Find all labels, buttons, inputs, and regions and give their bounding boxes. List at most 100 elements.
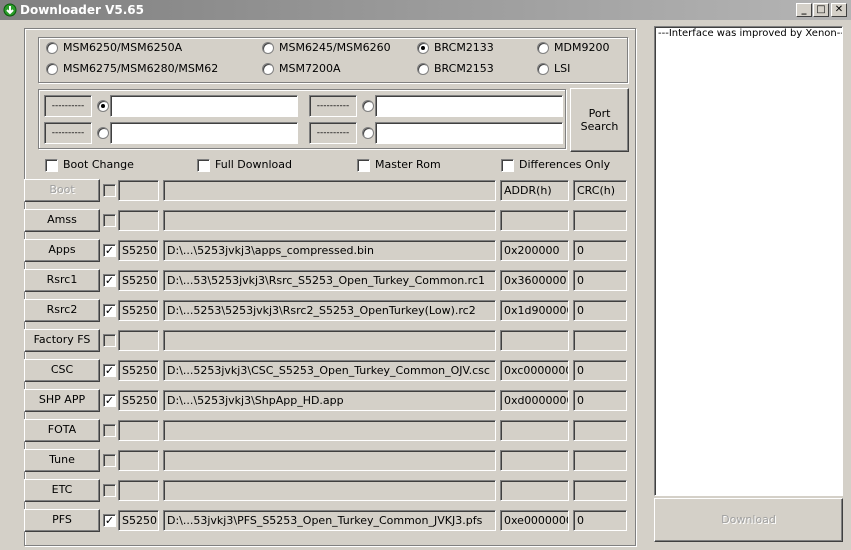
option-label: Differences Only [519, 158, 611, 171]
port-search-button[interactable]: Port Search [570, 88, 629, 152]
row-button[interactable]: CSC [24, 359, 100, 382]
app-arrow-icon [3, 3, 17, 17]
port-radio[interactable] [97, 127, 109, 139]
row-button[interactable]: SHP APP [24, 389, 100, 412]
row-path [163, 420, 496, 441]
row-checkbox[interactable] [103, 214, 116, 227]
row-crc: 0 [573, 510, 627, 531]
row-checkbox[interactable]: ✓ [103, 514, 116, 527]
row-addr [500, 450, 569, 471]
row-checkbox[interactable] [103, 484, 116, 497]
row-checkbox[interactable] [103, 424, 116, 437]
row-model [118, 420, 159, 441]
row-crc [573, 480, 627, 501]
title-bar: Downloader V5.65 _ □ ✕ [0, 0, 851, 20]
port-radio[interactable] [362, 127, 374, 139]
row-button[interactable]: Amss [24, 209, 100, 232]
port-input[interactable] [375, 95, 563, 117]
row-addr [500, 420, 569, 441]
row-checkbox[interactable] [103, 334, 116, 347]
chipset-label: MSM6275/MSM6280/MSM6290 [63, 62, 218, 75]
row-addr: 0x200000 [500, 240, 569, 261]
row-checkbox[interactable]: ✓ [103, 274, 116, 287]
chipset-radio[interactable] [46, 42, 58, 54]
row-model [118, 480, 159, 501]
chipset-radio[interactable] [537, 63, 549, 75]
option-checkbox[interactable] [357, 159, 370, 172]
row-checkbox[interactable]: ✓ [103, 394, 116, 407]
row-path: D:\...5253\5253jvkj3\Rsrc2_S5253_OpenTur… [163, 300, 496, 321]
row-path: D:\...5253jvkj3\CSC_S5253_Open_Turkey_Co… [163, 360, 496, 381]
port-input[interactable] [375, 122, 563, 144]
row-path: D:\...53jvkj3\PFS_S5253_Open_Turkey_Comm… [163, 510, 496, 531]
row-button[interactable]: Rsrc1 [24, 269, 100, 292]
chipset-label: MSM7200A [279, 62, 341, 75]
row-path: D:\...\5253jvkj3\apps_compressed.bin [163, 240, 496, 261]
port-radio[interactable] [362, 100, 374, 112]
log-text: ---Interface was improved by Xenon---- [658, 28, 843, 39]
port-radio[interactable] [97, 100, 109, 112]
option-checkbox[interactable] [197, 159, 210, 172]
maximize-button[interactable]: □ [813, 3, 829, 17]
row-button[interactable]: Boot [24, 179, 100, 202]
row-path: D:\...\5253jvkj3\ShpApp_HD.app [163, 390, 496, 411]
row-button[interactable]: FOTA [24, 419, 100, 442]
row-model: S5250 [118, 240, 159, 261]
row-addr [500, 210, 569, 231]
option-checkbox[interactable] [501, 159, 514, 172]
row-model: S5250 [118, 360, 159, 381]
chipset-radio[interactable] [537, 42, 549, 54]
row-model: S5250 [118, 300, 159, 321]
row-path [163, 450, 496, 471]
chipset-radio[interactable] [417, 42, 429, 54]
option-label: Master Rom [375, 158, 441, 171]
row-crc [573, 210, 627, 231]
row-addr [500, 480, 569, 501]
port-input[interactable] [110, 122, 298, 144]
row-path [163, 180, 496, 201]
row-crc: 0 [573, 270, 627, 291]
row-crc: 0 [573, 390, 627, 411]
download-button[interactable]: Download [654, 498, 843, 542]
minimize-button[interactable]: _ [796, 3, 812, 17]
port-label: ---------- [44, 95, 92, 117]
row-crc [573, 450, 627, 471]
close-button[interactable]: ✕ [831, 3, 847, 17]
chipset-label: MSM6250/MSM6250A [63, 41, 183, 54]
crc-header: CRC(h) [573, 180, 627, 201]
row-checkbox[interactable]: ✓ [103, 304, 116, 317]
row-addr: 0x1d900000 [500, 300, 569, 321]
row-path [163, 210, 496, 231]
row-model: S5250 [118, 510, 159, 531]
chipset-radio[interactable] [417, 63, 429, 75]
row-crc: 0 [573, 240, 627, 261]
row-checkbox[interactable]: ✓ [103, 364, 116, 377]
window-title: Downloader V5.65 [20, 3, 145, 17]
chipset-radio[interactable] [262, 42, 274, 54]
row-crc: 0 [573, 360, 627, 381]
row-button[interactable]: ETC [24, 479, 100, 502]
row-model: S5250 [118, 390, 159, 411]
row-checkbox[interactable]: ✓ [103, 244, 116, 257]
row-path [163, 480, 496, 501]
chipset-label: LSI [554, 62, 571, 75]
row-model: S5250 [118, 270, 159, 291]
row-crc [573, 330, 627, 351]
port-input[interactable] [110, 95, 298, 117]
chipset-label: BRCM2133 [434, 41, 494, 54]
addr-header: ADDR(h) [500, 180, 569, 201]
option-checkbox[interactable] [45, 159, 58, 172]
row-model [118, 180, 159, 201]
chipset-radio[interactable] [46, 63, 58, 75]
row-checkbox[interactable] [103, 454, 116, 467]
port-label: ---------- [44, 122, 92, 144]
row-checkbox[interactable] [103, 184, 116, 197]
row-button[interactable]: PFS [24, 509, 100, 532]
row-button[interactable]: Tune [24, 449, 100, 472]
log-panel[interactable]: ---Interface was improved by Xenon---- [654, 26, 843, 496]
row-button[interactable]: Apps [24, 239, 100, 262]
chipset-radio[interactable] [262, 63, 274, 75]
row-model [118, 210, 159, 231]
row-button[interactable]: Rsrc2 [24, 299, 100, 322]
row-button[interactable]: Factory FS [24, 329, 100, 352]
